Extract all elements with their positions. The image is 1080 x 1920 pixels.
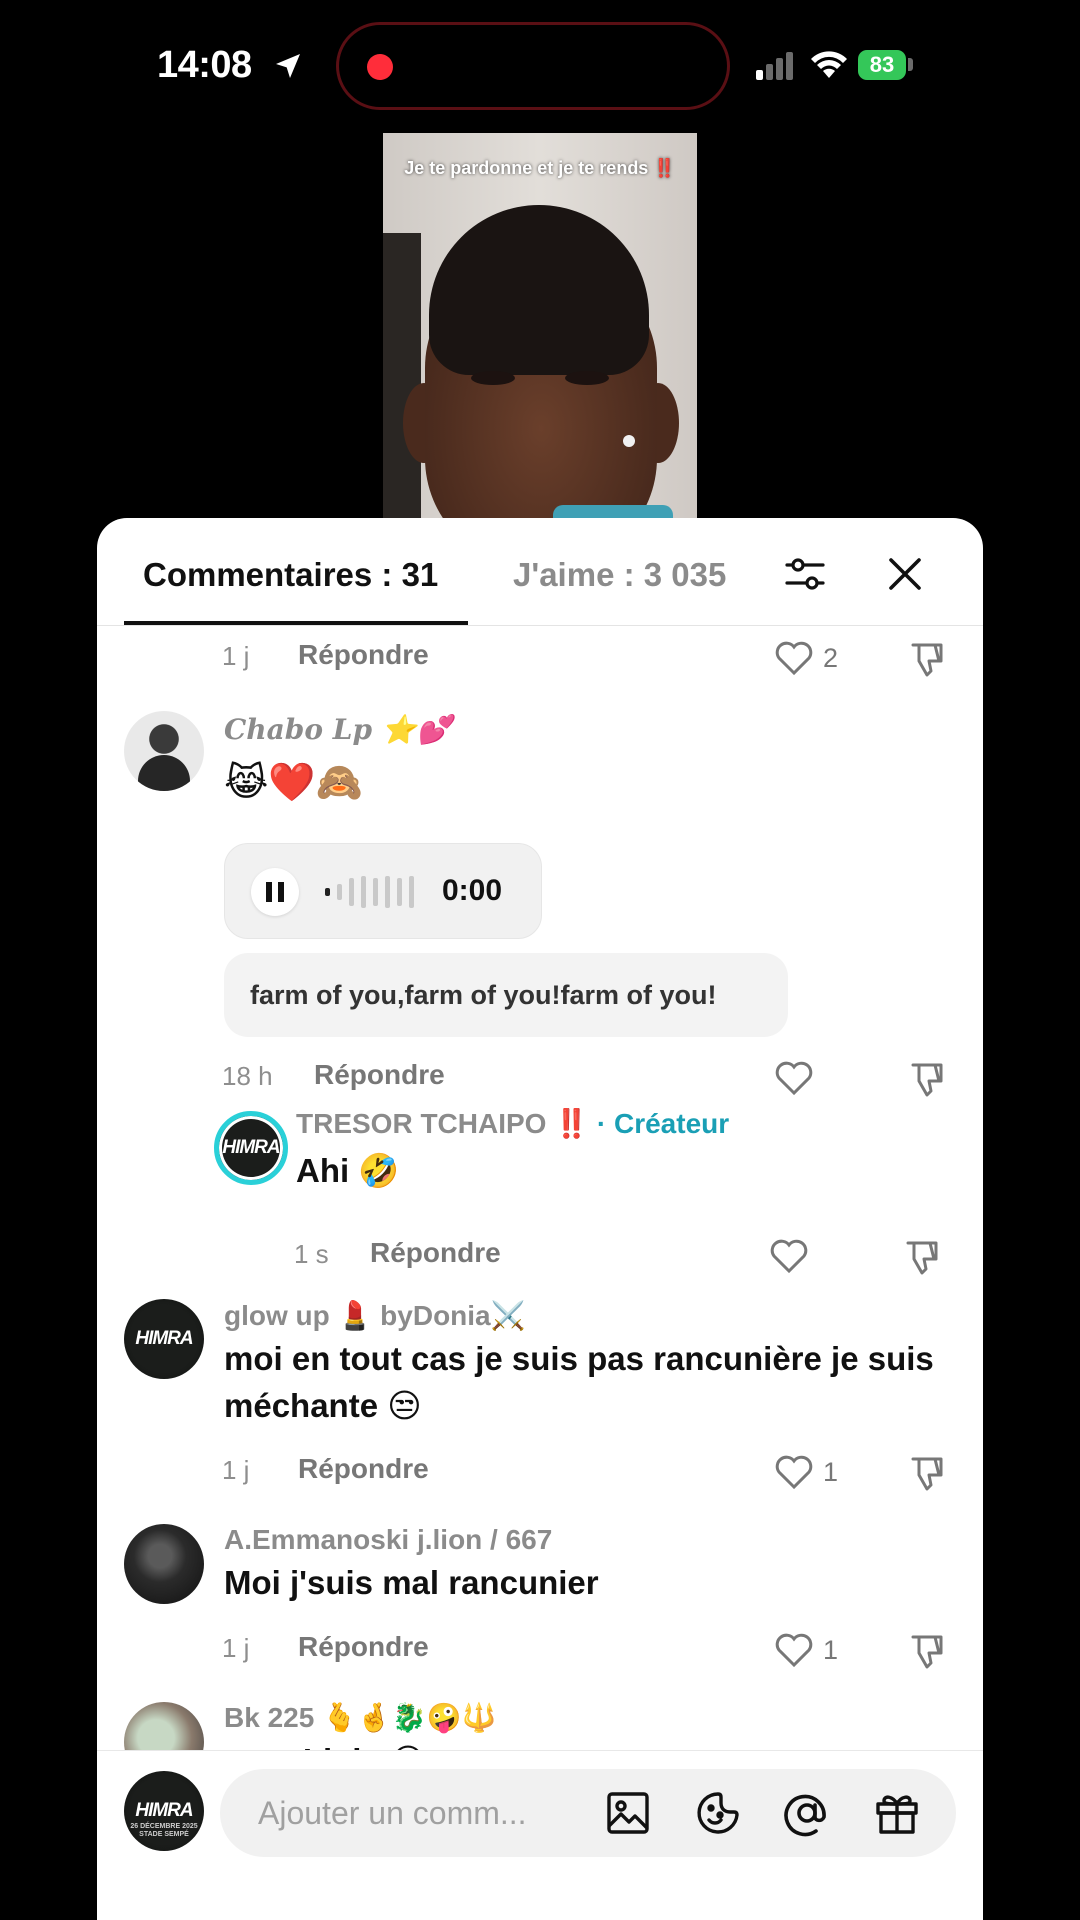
comment-composer: HIMRA 26 DÉCEMBRE 2025 STADE SEMPÉ Ajout… (97, 1750, 983, 1920)
comment-username[interactable]: Bk 225 🫰🤞🐉🤪🔱 (224, 1701, 496, 1734)
comment-age: 1 j (222, 1455, 250, 1485)
comment-input-placeholder: Ajouter un comm... (258, 1795, 527, 1831)
comment-username[interactable]: glow up 💄 byDonia⚔️ (224, 1299, 526, 1332)
video-figure-eye (565, 371, 609, 385)
image-icon[interactable] (604, 1789, 652, 1837)
location-arrow-icon (276, 54, 300, 78)
comment-username[interactable]: Chabo Lp ⭐💕 (224, 713, 452, 746)
tab-bar: Commentaires : 31 J'aime : 3 035 (97, 518, 983, 626)
comment-age: 1 j (222, 1633, 250, 1663)
heart-icon[interactable] (774, 1631, 814, 1669)
creator-avatar[interactable]: HIMRA (214, 1111, 288, 1185)
avatar[interactable] (124, 1524, 204, 1604)
comment-text: mon Idolo 😢 (224, 1737, 425, 1751)
comment-age: 1 j (222, 641, 250, 671)
voice-message[interactable]: 0:00 (224, 843, 542, 939)
video-player[interactable]: Je te pardonne et je te rends ‼️ (383, 133, 697, 523)
pause-icon[interactable] (251, 868, 299, 916)
comment-text: 😹❤️🙈 (224, 762, 364, 804)
waveform-icon (325, 876, 414, 908)
dislike-icon[interactable] (907, 1059, 947, 1099)
dislike-icon[interactable] (907, 639, 947, 679)
comment-age: 18 h (222, 1061, 273, 1091)
close-icon[interactable] (885, 554, 925, 594)
avatar-brand: HIMRA (135, 1800, 193, 1821)
dislike-icon[interactable] (907, 1453, 947, 1493)
avatar[interactable]: HIMRA (124, 1299, 204, 1379)
avatar-brand: HIMRA (135, 1328, 193, 1349)
translation-bubble[interactable]: farm of you,farm of you!farm of you! (224, 953, 788, 1037)
tab-active-indicator (124, 621, 468, 625)
comments-sheet: Commentaires : 31 J'aime : 3 035 1 j Rép… (97, 518, 983, 1920)
tab-comments[interactable]: Commentaires : 31 (143, 556, 438, 594)
like-count: 1 (823, 1635, 839, 1665)
avatar-brand: HIMRA (222, 1137, 280, 1158)
reply-button[interactable]: Répondre (298, 1631, 429, 1663)
video-figure-hair (429, 205, 649, 375)
status-time: 14:08 (157, 44, 252, 86)
like-count: 1 (823, 1457, 839, 1487)
gift-icon[interactable] (873, 1789, 921, 1837)
recording-indicator (367, 54, 393, 80)
avatar[interactable] (124, 1702, 204, 1751)
reply-text: Ahi 🤣 (296, 1152, 400, 1189)
dislike-icon[interactable] (907, 1631, 947, 1671)
reply-button[interactable]: Répondre (314, 1059, 445, 1091)
comment-username[interactable]: A.Emmanoski j.lion / 667 (224, 1524, 552, 1556)
video-caption: Je te pardonne et je te rends ‼️ (404, 158, 676, 178)
battery-cap (908, 58, 913, 71)
my-avatar[interactable]: HIMRA 26 DÉCEMBRE 2025 STADE SEMPÉ (124, 1771, 204, 1851)
creator-badge: · Créateur (596, 1108, 730, 1139)
dislike-icon[interactable] (902, 1237, 942, 1277)
video-figure-eye (471, 371, 515, 385)
heart-icon[interactable] (774, 1059, 814, 1097)
comment-text: moi en tout cas je suis pas rancunière j… (224, 1340, 934, 1424)
signal-icon (756, 52, 793, 80)
avatar-subtext: 26 DÉCEMBRE 2025 STADE SEMPÉ (130, 1823, 198, 1838)
wifi-icon (811, 51, 847, 78)
reply-button[interactable]: Répondre (370, 1237, 501, 1269)
heart-icon[interactable] (769, 1237, 809, 1275)
video-figure-earring (623, 435, 635, 447)
video-background-door (383, 233, 421, 523)
mention-icon[interactable] (783, 1789, 831, 1837)
reply-username[interactable]: TRESOR TCHAIPO ‼️ · Créateur (296, 1107, 729, 1140)
reply-username-text: TRESOR TCHAIPO ‼️ (296, 1108, 590, 1139)
reply-button[interactable]: Répondre (298, 1453, 429, 1485)
filter-icon[interactable] (783, 552, 827, 596)
dynamic-island[interactable] (336, 22, 730, 110)
reply-age: 1 s (294, 1239, 329, 1269)
voice-duration: 0:00 (442, 874, 503, 907)
like-count: 2 (823, 643, 839, 673)
comment-list[interactable]: 1 j Répondre 2 Chabo Lp ⭐💕 😹❤️🙈 0:00 far… (97, 627, 983, 1751)
heart-icon[interactable] (774, 639, 814, 677)
status-bar: 14:08 83 (0, 0, 1080, 130)
tab-likes[interactable]: J'aime : 3 035 (513, 556, 726, 594)
reply-button[interactable]: Répondre (298, 639, 429, 671)
battery-icon: 83 (858, 50, 906, 80)
comment-text: Moi j'suis mal rancunier (224, 1564, 599, 1601)
sticker-icon[interactable] (694, 1789, 742, 1837)
heart-icon[interactable] (774, 1453, 814, 1491)
avatar[interactable] (124, 711, 204, 791)
comment-input[interactable]: Ajouter un comm... (220, 1769, 956, 1857)
